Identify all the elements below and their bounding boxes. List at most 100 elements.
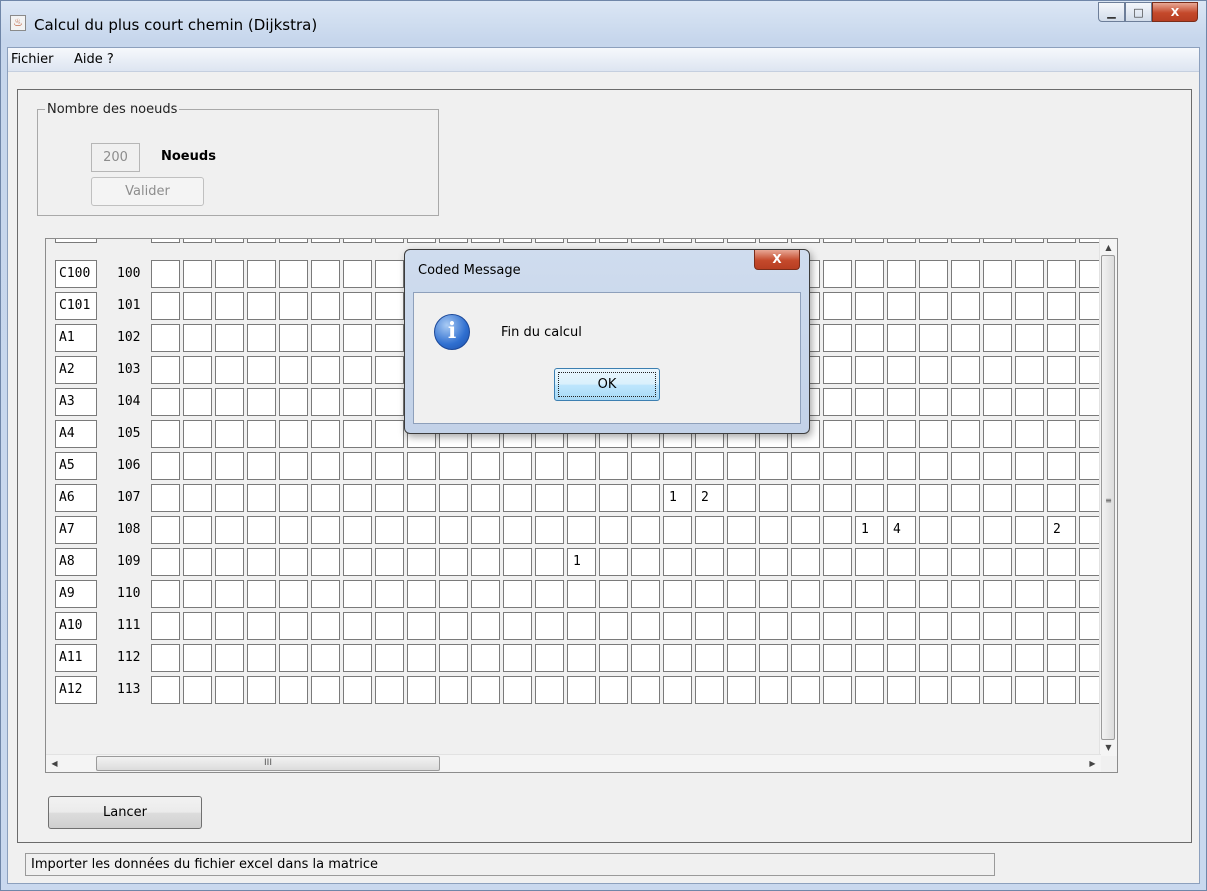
matrix-cell[interactable]	[855, 260, 884, 288]
matrix-cell[interactable]	[375, 239, 404, 243]
matrix-cell[interactable]	[791, 612, 820, 640]
matrix-cell[interactable]	[535, 676, 564, 704]
matrix-cell[interactable]	[215, 484, 244, 512]
matrix-cell[interactable]	[791, 452, 820, 480]
matrix-cell[interactable]	[1047, 388, 1076, 416]
matrix-cell[interactable]	[279, 516, 308, 544]
matrix-cell[interactable]	[727, 580, 756, 608]
matrix-cell[interactable]	[1079, 388, 1101, 416]
matrix-cell[interactable]	[279, 548, 308, 576]
matrix-cell[interactable]	[759, 239, 788, 243]
matrix-cell[interactable]	[567, 484, 596, 512]
matrix-cell[interactable]	[503, 612, 532, 640]
matrix-cell[interactable]	[151, 324, 180, 352]
matrix-cell[interactable]	[471, 484, 500, 512]
matrix-cell[interactable]	[151, 420, 180, 448]
matrix-cell[interactable]	[1047, 548, 1076, 576]
matrix-cell[interactable]	[855, 239, 884, 243]
matrix-cell[interactable]	[983, 356, 1012, 384]
matrix-cell[interactable]	[375, 676, 404, 704]
matrix-cell[interactable]	[247, 580, 276, 608]
matrix-cell[interactable]	[791, 644, 820, 672]
matrix-cell[interactable]	[663, 612, 692, 640]
matrix-cell[interactable]	[759, 676, 788, 704]
matrix-cell[interactable]	[663, 644, 692, 672]
horizontal-scrollbar[interactable]: ◀ III ▶	[46, 754, 1101, 772]
matrix-cell[interactable]	[823, 388, 852, 416]
matrix-cell[interactable]	[503, 239, 532, 243]
matrix-cell[interactable]	[151, 516, 180, 544]
validate-button[interactable]: Valider	[91, 177, 204, 206]
matrix-cell[interactable]	[279, 644, 308, 672]
matrix-cell[interactable]	[1079, 452, 1101, 480]
matrix-cell[interactable]	[599, 580, 628, 608]
matrix-cell[interactable]	[471, 239, 500, 243]
matrix-cell[interactable]	[727, 239, 756, 243]
matrix-cell[interactable]	[1015, 324, 1044, 352]
matrix-cell[interactable]	[983, 612, 1012, 640]
matrix-cell[interactable]	[727, 644, 756, 672]
matrix-cell[interactable]	[823, 676, 852, 704]
matrix-cell[interactable]	[343, 388, 372, 416]
matrix-cell[interactable]	[1047, 260, 1076, 288]
matrix-cell[interactable]	[887, 644, 916, 672]
matrix-cell[interactable]	[503, 676, 532, 704]
matrix-cell[interactable]: 1	[567, 548, 596, 576]
matrix-cell[interactable]	[1015, 516, 1044, 544]
matrix-cell[interactable]	[599, 548, 628, 576]
matrix-cell[interactable]	[183, 452, 212, 480]
matrix-cell[interactable]	[1047, 292, 1076, 320]
matrix-cell[interactable]	[919, 452, 948, 480]
matrix-cell[interactable]	[951, 644, 980, 672]
matrix-cell[interactable]	[439, 644, 468, 672]
matrix-cell[interactable]	[855, 644, 884, 672]
matrix-cell[interactable]	[343, 484, 372, 512]
matrix-cell[interactable]	[759, 516, 788, 544]
row-name-field[interactable]: A6	[55, 484, 97, 512]
matrix-cell[interactable]	[215, 548, 244, 576]
matrix-cell[interactable]	[1047, 580, 1076, 608]
matrix-cell[interactable]	[215, 356, 244, 384]
matrix-cell[interactable]	[919, 580, 948, 608]
matrix-cell[interactable]	[215, 324, 244, 352]
matrix-cell[interactable]	[311, 644, 340, 672]
matrix-cell[interactable]	[1015, 356, 1044, 384]
matrix-cell[interactable]	[631, 516, 660, 544]
matrix-cell[interactable]	[887, 292, 916, 320]
matrix-cell[interactable]	[631, 548, 660, 576]
matrix-cell[interactable]: 1	[663, 484, 692, 512]
matrix-cell[interactable]	[823, 324, 852, 352]
matrix-cell[interactable]	[695, 548, 724, 576]
matrix-cell[interactable]	[791, 580, 820, 608]
matrix-cell[interactable]	[247, 548, 276, 576]
matrix-cell[interactable]	[247, 644, 276, 672]
matrix-cell[interactable]	[663, 452, 692, 480]
matrix-cell[interactable]	[279, 676, 308, 704]
matrix-cell[interactable]	[695, 580, 724, 608]
matrix-cell[interactable]	[311, 676, 340, 704]
matrix-cell[interactable]	[279, 292, 308, 320]
matrix-cell[interactable]	[695, 612, 724, 640]
matrix-cell[interactable]	[951, 580, 980, 608]
matrix-cell[interactable]	[183, 548, 212, 576]
matrix-cell[interactable]	[887, 548, 916, 576]
menu-fichier[interactable]: Fichier	[11, 52, 54, 67]
matrix-cell[interactable]	[951, 388, 980, 416]
matrix-cell[interactable]	[919, 356, 948, 384]
matrix-cell[interactable]	[599, 612, 628, 640]
matrix-cell[interactable]	[407, 676, 436, 704]
matrix-cell[interactable]	[823, 452, 852, 480]
matrix-cell[interactable]	[407, 516, 436, 544]
matrix-cell[interactable]	[375, 644, 404, 672]
matrix-cell[interactable]	[247, 516, 276, 544]
matrix-cell[interactable]	[247, 676, 276, 704]
matrix-cell[interactable]	[375, 580, 404, 608]
matrix-cell[interactable]	[951, 484, 980, 512]
matrix-cell[interactable]	[599, 452, 628, 480]
matrix-cell[interactable]	[663, 548, 692, 576]
matrix-cell[interactable]	[1079, 420, 1101, 448]
matrix-cell[interactable]	[887, 356, 916, 384]
matrix-cell[interactable]	[823, 260, 852, 288]
matrix-cell[interactable]	[823, 420, 852, 448]
matrix-cell[interactable]	[215, 580, 244, 608]
